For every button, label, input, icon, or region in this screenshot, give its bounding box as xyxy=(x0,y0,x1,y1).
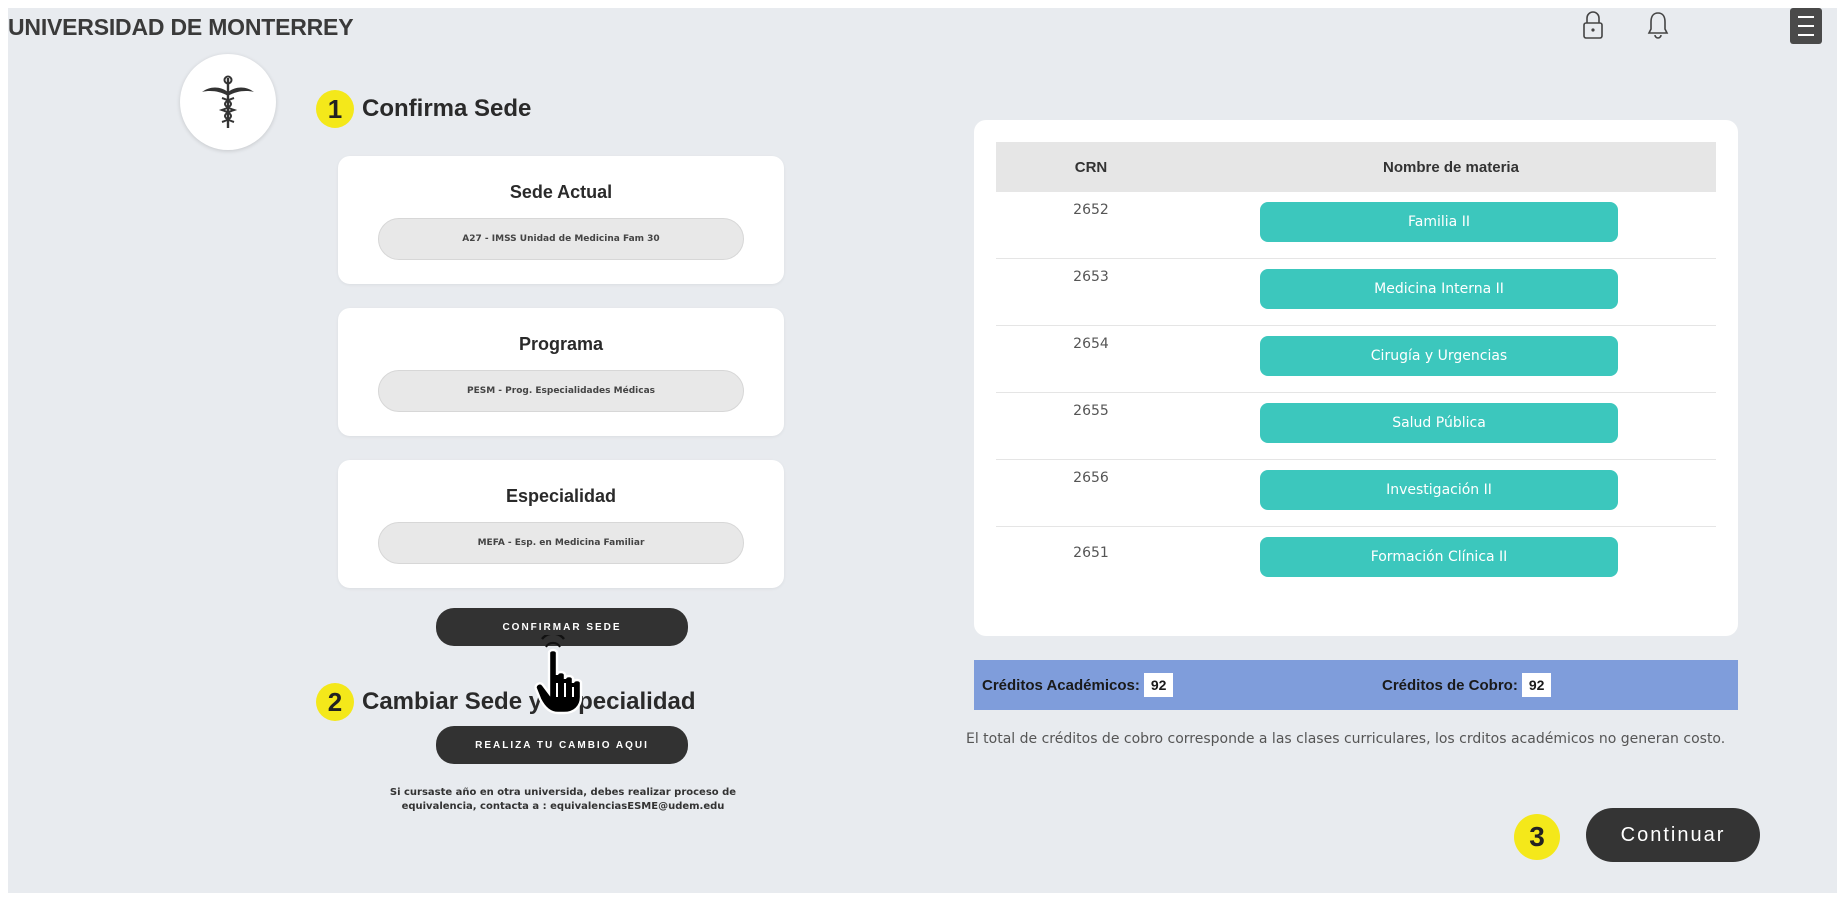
row-crn: 2653 xyxy=(1073,269,1109,285)
course-button[interactable]: Familia II xyxy=(1260,202,1618,242)
academic-credits: Créditos Académicos: 92 xyxy=(982,673,1174,697)
programa-field: PESM - Prog. Especialidades Médicas xyxy=(378,370,744,412)
billing-credits-label: Créditos de Cobro: xyxy=(1382,677,1518,694)
table-row: 2655 Salud Pública xyxy=(996,393,1716,460)
step-2-badge: 2 xyxy=(316,683,354,721)
menu-icon-bar xyxy=(1798,34,1814,36)
row-crn: 2655 xyxy=(1073,403,1109,419)
step-2-heading: 2 Cambiar Sede y Especialidad xyxy=(316,683,695,721)
step-1-badge: 1 xyxy=(316,90,354,128)
card-title: Sede Actual xyxy=(509,182,613,202)
step-3-heading: 3 xyxy=(1514,814,1560,860)
table-row: 2654 Cirugía y Urgencias xyxy=(996,326,1716,393)
credits-footnote: El total de créditos de cobro correspond… xyxy=(966,731,1726,747)
lock-icon[interactable] xyxy=(1582,10,1604,44)
especialidad-card: Especialidad MEFA - Esp. en Medicina Fam… xyxy=(338,460,784,588)
table-row: 2652 Familia II xyxy=(996,192,1716,259)
caduceus-logo xyxy=(180,54,276,150)
menu-icon-bar xyxy=(1798,16,1814,18)
courses-table-panel: CRN Nombre de materia 2652 Familia II 26… xyxy=(974,120,1738,636)
billing-credits-value: 92 xyxy=(1521,673,1552,697)
step-3-badge: 3 xyxy=(1514,814,1560,860)
credits-bar: Créditos Académicos: 92 Créditos de Cobro… xyxy=(974,660,1738,710)
row-crn: 2654 xyxy=(1073,336,1109,352)
menu-button[interactable] xyxy=(1790,8,1822,44)
row-crn: 2652 xyxy=(1073,202,1109,218)
step-1-heading: 1 Confirma Sede xyxy=(316,90,531,128)
table-row: 2651 Formación Clínica II xyxy=(996,527,1716,594)
course-button[interactable]: Medicina Interna II xyxy=(1260,269,1618,309)
header-crn: CRN xyxy=(1074,158,1108,176)
programa-card: Programa PESM - Prog. Especialidades Méd… xyxy=(338,308,784,436)
card-title: Programa xyxy=(518,334,604,354)
step-1-title: Confirma Sede xyxy=(362,95,532,122)
bell-icon[interactable] xyxy=(1646,10,1670,44)
menu-icon-bar xyxy=(1798,25,1814,27)
step-2-title: Cambiar Sede y Especialidad xyxy=(362,688,696,715)
billing-credits: Créditos de Cobro: 92 xyxy=(1382,673,1552,697)
table-header: CRN Nombre de materia xyxy=(996,142,1716,192)
course-button[interactable]: Investigación II xyxy=(1260,470,1618,510)
especialidad-field: MEFA - Esp. en Medicina Familiar xyxy=(378,522,744,564)
page: UNIVERSIDAD DE MONTERREY 1 Confirma Sede xyxy=(8,8,1837,893)
sede-actual-card: Sede Actual A27 - IMSS Unidad de Medicin… xyxy=(338,156,784,284)
change-sede-button[interactable]: REALIZA TU CAMBIO AQUI xyxy=(436,726,688,764)
caduceus-icon xyxy=(202,75,254,128)
academic-credits-value: 92 xyxy=(1143,673,1174,697)
academic-credits-label: Créditos Académicos: xyxy=(982,677,1140,694)
row-crn: 2656 xyxy=(1073,470,1109,486)
continue-button[interactable]: Continuar xyxy=(1586,808,1760,862)
row-crn: 2651 xyxy=(1073,545,1109,561)
equivalence-note: Si cursaste año en otra universida, debe… xyxy=(389,787,737,812)
table-row: 2656 Investigación II xyxy=(996,460,1716,527)
card-title: Especialidad xyxy=(505,486,617,506)
brand-title: UNIVERSIDAD DE MONTERREY xyxy=(8,14,354,40)
table-row: 2653 Medicina Interna II xyxy=(996,259,1716,326)
course-button[interactable]: Cirugía y Urgencias xyxy=(1260,336,1618,376)
header-course-name: Nombre de materia xyxy=(1383,158,1519,176)
hand-pointer-icon xyxy=(534,632,592,719)
sede-actual-field: A27 - IMSS Unidad de Medicina Fam 30 xyxy=(378,218,744,260)
course-button[interactable]: Formación Clínica II xyxy=(1260,537,1618,577)
course-button[interactable]: Salud Pública xyxy=(1260,403,1618,443)
